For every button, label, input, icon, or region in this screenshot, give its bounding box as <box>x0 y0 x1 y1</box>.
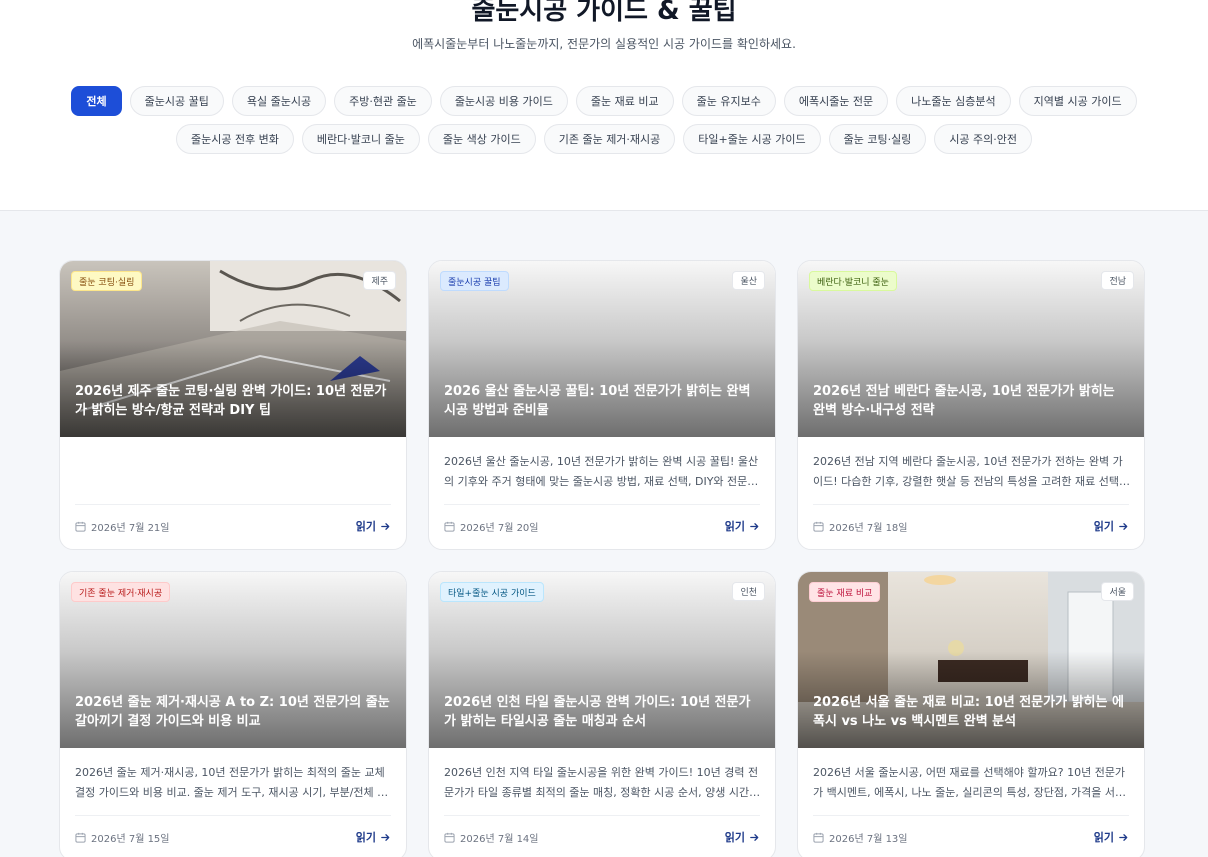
calendar-icon <box>813 832 824 843</box>
card-date: 2026년 7월 13일 <box>813 830 908 845</box>
date-text: 2026년 7월 14일 <box>460 834 539 845</box>
filter-chip[interactable]: 주방·현관 줄눈 <box>334 86 432 116</box>
arrow-right-icon <box>750 833 759 841</box>
category-tag: 타일+줄눈 시공 가이드 <box>440 582 544 602</box>
read-label: 읽기 <box>355 520 376 533</box>
region-badge: 제주 <box>363 271 396 290</box>
read-label: 읽기 <box>724 831 745 844</box>
filter-chip[interactable]: 줄눈시공 비용 가이드 <box>439 86 568 116</box>
arrow-right-icon <box>750 522 759 530</box>
calendar-icon <box>75 521 86 532</box>
card-excerpt <box>75 452 393 492</box>
card-excerpt: 2026년 울산 줄눈시공, 10년 전문가가 밝히는 완벽 시공 꿀팁! 울산… <box>444 455 759 488</box>
filter-chip[interactable]: 베란다·발코니 줄눈 <box>301 124 420 154</box>
region-badge: 울산 <box>732 271 765 290</box>
region-badge: 인천 <box>732 582 765 601</box>
article-card[interactable]: 줄눈 재료 비교 서울 2026년 서울 줄눈 재료 비교: 10년 전문가가 밝히… <box>797 571 1145 857</box>
read-label: 읽기 <box>1093 831 1114 844</box>
page-subtitle: 에폭시줄눈부터 나노줄눈까지, 전문가의 실용적인 시공 가이드를 확인하세요. <box>412 37 796 51</box>
read-label: 읽기 <box>355 831 376 844</box>
category-tag: 줄눈 재료 비교 <box>809 582 881 602</box>
card-footer: 2026년 7월 15일 읽기 <box>75 815 391 857</box>
arrow-right-icon <box>381 522 390 530</box>
read-link[interactable]: 읽기 <box>725 829 760 845</box>
card-title[interactable]: 2026 울산 줄눈시공 꿀팁: 10년 전문가가 밝히는 완벽 시공 방법과 … <box>444 382 762 420</box>
read-link[interactable]: 읽기 <box>725 518 760 534</box>
calendar-icon <box>444 832 455 843</box>
calendar-icon <box>444 521 455 532</box>
date-text: 2026년 7월 15일 <box>91 834 170 845</box>
filter-chip[interactable]: 타일+줄눈 시공 가이드 <box>683 124 821 154</box>
card-excerpt: 2026년 줄눈 제거·재시공, 10년 전문가가 밝히는 최적의 줄눈 교체 … <box>75 766 388 799</box>
card-date: 2026년 7월 21일 <box>75 519 170 534</box>
card-title[interactable]: 2026년 인천 타일 줄눈시공 완벽 가이드: 10년 전문가가 밝히는 타일… <box>444 693 762 731</box>
card-excerpt: 2026년 전남 지역 베란다 줄눈시공, 10년 전문가가 전하는 완벽 가이… <box>813 455 1130 488</box>
article-card[interactable]: 타일+줄눈 시공 가이드 인천 2026년 인천 타일 줄눈시공 완벽 가이드: 1… <box>428 571 776 857</box>
card-footer: 2026년 7월 13일 읽기 <box>813 815 1129 857</box>
category-tag: 줄눈시공 꿀팁 <box>440 271 509 291</box>
article-card[interactable]: 베란다·발코니 줄눈 전남 2026년 전남 베란다 줄눈시공, 10년 전문가가 … <box>797 260 1145 550</box>
card-title[interactable]: 2026년 전남 베란다 줄눈시공, 10년 전문가가 밝히는 완벽 방수·내구… <box>813 382 1131 420</box>
calendar-icon <box>75 832 86 843</box>
filter-chip[interactable]: 나노줄눈 심층분석 <box>896 86 1011 116</box>
read-label: 읽기 <box>1093 520 1114 533</box>
arrow-right-icon <box>1119 522 1128 530</box>
read-link[interactable]: 읽기 <box>1094 829 1129 845</box>
filter-chip[interactable]: 줄눈시공 꿀팁 <box>129 86 224 116</box>
filter-chip[interactable]: 줄눈 유지보수 <box>681 86 776 116</box>
card-footer: 2026년 7월 21일 읽기 <box>75 504 391 549</box>
filter-chip[interactable]: 기존 줄눈 제거·재시공 <box>543 124 676 154</box>
card-title[interactable]: 2026년 줄눈 제거·재시공 A to Z: 10년 전문가의 줄눈 갈아끼기… <box>75 693 393 731</box>
card-title[interactable]: 2026년 제주 줄눈 코팅·실링 완벽 가이드: 10년 전문가가 밝히는 방… <box>75 382 393 420</box>
article-card[interactable]: 줄눈 코팅·실링 제주 2026년 제주 줄눈 코팅·실링 완벽 가이드: 10년 … <box>59 260 407 550</box>
card-footer: 2026년 7월 20일 읽기 <box>444 504 760 549</box>
region-badge: 서울 <box>1101 582 1134 601</box>
read-link[interactable]: 읽기 <box>356 829 391 845</box>
filter-row: 전체 줄눈시공 꿀팁 욕실 줄눈시공 주방·현관 줄눈 줄눈시공 비용 가이드 줄눈 재료… <box>0 86 1208 116</box>
category-tag: 베란다·발코니 줄눈 <box>809 271 897 291</box>
filter-row: 줄눈시공 전후 변화 베란다·발코니 줄눈 줄눈 색상 가이드 기존 줄눈 제거·재시… <box>0 124 1208 154</box>
date-text: 2026년 7월 21일 <box>91 523 170 534</box>
region-badge: 전남 <box>1101 271 1134 290</box>
filter-chip[interactable]: 에폭시줄눈 전문 <box>783 86 889 116</box>
card-date: 2026년 7월 14일 <box>444 830 539 845</box>
filter-chip[interactable]: 전체 <box>71 86 122 116</box>
arrow-right-icon <box>1119 833 1128 841</box>
card-date: 2026년 7월 18일 <box>813 519 908 534</box>
card-footer: 2026년 7월 14일 읽기 <box>444 815 760 857</box>
page-title: 줄눈시공 가이드 & 꿀팁 <box>471 0 737 26</box>
read-link[interactable]: 읽기 <box>1094 518 1129 534</box>
filter-chip[interactable]: 줄눈시공 전후 변화 <box>175 124 294 154</box>
date-text: 2026년 7월 20일 <box>460 523 539 534</box>
card-excerpt: 2026년 인천 지역 타일 줄눈시공을 위한 완벽 가이드! 10년 경력 전… <box>444 766 760 799</box>
hero-section: 줄눈시공 가이드 & 꿀팁 에폭시줄눈부터 나노줄눈까지, 전문가의 실용적인 … <box>0 0 1208 211</box>
card-footer: 2026년 7월 18일 읽기 <box>813 504 1129 549</box>
date-text: 2026년 7월 13일 <box>829 834 908 845</box>
filter-chip[interactable]: 줄눈 코팅·실링 <box>828 124 927 154</box>
read-link[interactable]: 읽기 <box>356 518 391 534</box>
article-card[interactable]: 줄눈시공 꿀팁 울산 2026 울산 줄눈시공 꿀팁: 10년 전문가가 밝히는 완… <box>428 260 776 550</box>
card-date: 2026년 7월 15일 <box>75 830 170 845</box>
filter-chip[interactable]: 줄눈 색상 가이드 <box>427 124 536 154</box>
filter-chip[interactable]: 시공 주의·안전 <box>934 124 1033 154</box>
filter-chip[interactable]: 지역별 시공 가이드 <box>1018 86 1137 116</box>
card-title[interactable]: 2026년 서울 줄눈 재료 비교: 10년 전문가가 밝히는 에폭시 vs 나… <box>813 693 1131 731</box>
category-tag: 줄눈 코팅·실링 <box>71 271 143 291</box>
article-card[interactable]: 기존 줄눈 제거·재시공 2026년 줄눈 제거·재시공 A to Z: 10년 … <box>59 571 407 857</box>
read-label: 읽기 <box>724 520 745 533</box>
card-date: 2026년 7월 20일 <box>444 519 539 534</box>
card-excerpt: 2026년 서울 줄눈시공, 어떤 재료를 선택해야 할까요? 10년 전문가가… <box>813 766 1126 799</box>
date-text: 2026년 7월 18일 <box>829 523 908 534</box>
filter-chip[interactable]: 줄눈 재료 비교 <box>575 86 674 116</box>
category-tag: 기존 줄눈 제거·재시공 <box>71 582 171 602</box>
calendar-icon <box>813 521 824 532</box>
arrow-right-icon <box>381 833 390 841</box>
filter-chip[interactable]: 욕실 줄눈시공 <box>231 86 327 116</box>
